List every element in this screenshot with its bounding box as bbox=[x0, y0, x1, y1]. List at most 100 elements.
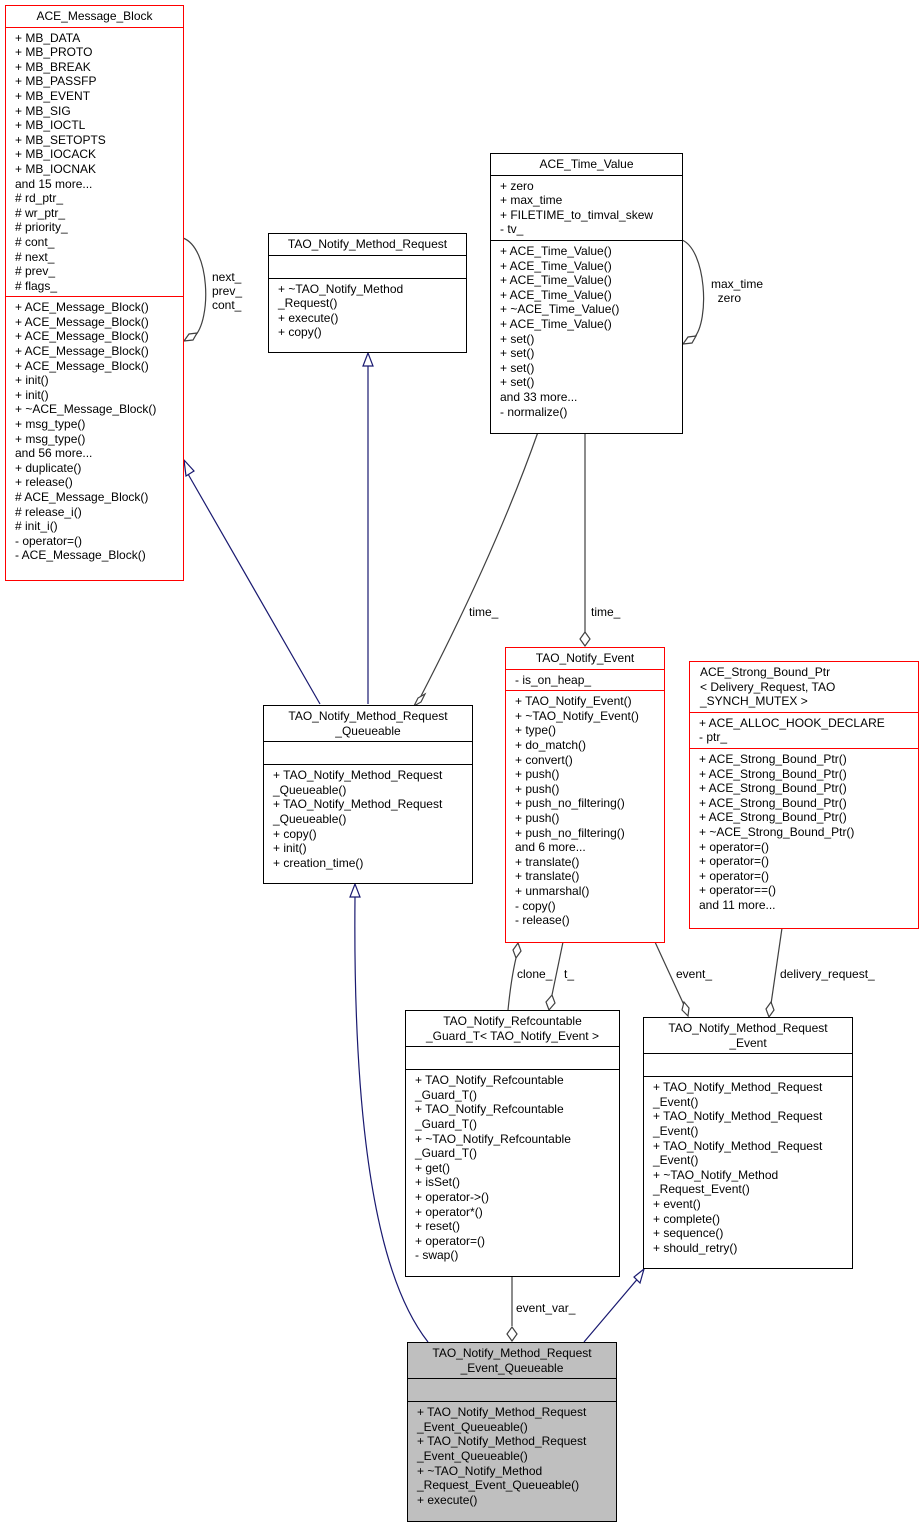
method-item: + ACE_Strong_Bound_Ptr() bbox=[699, 781, 847, 796]
method-item: + complete() bbox=[653, 1211, 721, 1226]
edge-label-clone: clone_ bbox=[517, 967, 553, 981]
method-item: + push() bbox=[515, 781, 560, 796]
method-item: + set() bbox=[500, 375, 535, 390]
method-item: + ~ACE_Message_Block() bbox=[15, 402, 157, 417]
class-ace-strong-bound-ptr[interactable]: ACE_Strong_Bound_Ptr < Delivery_Request,… bbox=[689, 661, 919, 929]
edge-label-event-var: event_var_ bbox=[516, 1301, 576, 1315]
edge-tv-self bbox=[681, 239, 705, 339]
method-item: + get() bbox=[415, 1160, 451, 1175]
attribute-item: + MB_SIG bbox=[15, 103, 71, 118]
method-item: + unmarshal() bbox=[515, 883, 590, 898]
diamond-event-var bbox=[506, 1325, 518, 1343]
method-item: + ~TAO_Notify_Event() bbox=[515, 708, 639, 723]
method-item: # release_i() bbox=[15, 504, 82, 519]
attribute-item: # next_ bbox=[15, 249, 55, 264]
method-item: + msg_type() bbox=[15, 417, 86, 432]
attribute-item: # priority_ bbox=[15, 220, 68, 235]
method-item: + ACE_Strong_Bound_Ptr() bbox=[699, 795, 847, 810]
method-item: + operator=() bbox=[699, 854, 770, 869]
method-item: + duplicate() bbox=[15, 460, 82, 475]
class-ace-message-block[interactable]: ACE_Message_Block + MB_DATA + MB_PROTO + MB… bbox=[5, 5, 184, 581]
method-item: + ACE_Time_Value() bbox=[500, 316, 612, 331]
class-tao-notify-method-request[interactable]: TAO_Notify_Method_Request + ~TAO_Notify_M… bbox=[268, 233, 467, 353]
diamond-t bbox=[545, 993, 556, 1012]
method-item: + do_match() bbox=[515, 737, 587, 752]
method-item: + ACE_Time_Value() bbox=[500, 258, 612, 273]
class-tao-notify-event[interactable]: TAO_Notify_Event - is_on_heap_ + TAO_Notif… bbox=[505, 647, 665, 943]
methods-section: + ~TAO_Notify_Method _Request() + execute… bbox=[269, 277, 466, 343]
method-item: + TAO_Notify_Refcountable _Guard_T() bbox=[415, 1102, 564, 1131]
attribute-item: and 15 more... bbox=[15, 176, 93, 191]
method-item: + operator=() bbox=[699, 839, 770, 854]
edge-label-mb-self: next_ prev_ cont_ bbox=[212, 270, 243, 312]
attribute-item: # rd_ptr_ bbox=[15, 191, 64, 206]
method-item: + event() bbox=[653, 1196, 701, 1211]
diamond-event bbox=[681, 1000, 690, 1018]
attribute-item: - ptr_ bbox=[699, 730, 728, 745]
method-item: + ACE_Strong_Bound_Ptr() bbox=[699, 751, 847, 766]
method-item: + reset() bbox=[415, 1219, 461, 1234]
class-tao-notify-method-request-event-queueable[interactable]: TAO_Notify_Method_Request _Event_Queueab… bbox=[407, 1342, 617, 1522]
method-item: + type() bbox=[515, 723, 557, 738]
method-item: - ACE_Message_Block() bbox=[15, 548, 146, 563]
attributes-section bbox=[269, 254, 466, 278]
method-item: + execute() bbox=[417, 1492, 478, 1507]
attribute-item: + MB_PROTO bbox=[15, 45, 93, 60]
class-name: TAO_Notify_Event bbox=[535, 651, 635, 665]
class-ace-time-value[interactable]: ACE_Time_Value + zero + max_time + FILETIME… bbox=[490, 153, 683, 434]
attributes-section: + ACE_ALLOC_HOOK_DECLARE - ptr_ bbox=[690, 711, 918, 748]
method-item: + ~TAO_Notify_Refcountable _Guard_T() bbox=[415, 1131, 571, 1161]
class-tao-notify-method-request-queueable[interactable]: TAO_Notify_Method_Request _Queueable + TA… bbox=[263, 705, 473, 884]
attribute-item: + MB_IOCTL bbox=[15, 118, 86, 133]
method-item: + translate() bbox=[515, 854, 580, 869]
diamond-clone bbox=[512, 941, 522, 960]
method-item: + ACE_Time_Value() bbox=[500, 243, 612, 258]
methods-section: + ACE_Message_Block() + ACE_Message_Block… bbox=[6, 296, 183, 566]
class-name: TAO_Notify_Method_Request _Queueable bbox=[288, 709, 448, 738]
inherit-arrowhead-method-request bbox=[362, 351, 374, 367]
class-name: TAO_Notify_Refcountable _Guard_T< TAO_No… bbox=[426, 1014, 599, 1043]
edge-t bbox=[551, 941, 564, 996]
method-item: + TAO_Notify_Refcountable _Guard_T() bbox=[415, 1073, 564, 1102]
method-item: + set() bbox=[500, 346, 535, 361]
attributes-section bbox=[406, 1046, 619, 1069]
class-tao-notify-method-request-event[interactable]: TAO_Notify_Method_Request _Event + TAO_No… bbox=[643, 1017, 853, 1269]
method-item: - release() bbox=[515, 913, 570, 928]
method-item: + init() bbox=[273, 841, 307, 856]
class-name: ACE_Time_Value bbox=[539, 157, 634, 171]
method-item: and 11 more... bbox=[699, 897, 776, 912]
attributes-section: + MB_DATA + MB_PROTO + MB_BREAK + MB_PASSFP… bbox=[6, 26, 183, 297]
class-tao-notify-refcountable-guard-t[interactable]: TAO_Notify_Refcountable _Guard_T< TAO_No… bbox=[405, 1010, 620, 1277]
method-item: + translate() bbox=[515, 869, 580, 884]
method-item: + ACE_Message_Block() bbox=[15, 358, 149, 373]
methods-section: + TAO_Notify_Method_Request _Event_Queue… bbox=[408, 1401, 616, 1510]
attributes-section bbox=[264, 741, 472, 764]
method-item: + convert() bbox=[515, 752, 573, 767]
method-item: + creation_time() bbox=[273, 855, 364, 870]
diamond-time-event bbox=[579, 630, 591, 648]
class-name: ACE_Strong_Bound_Ptr < Delivery_Request,… bbox=[700, 665, 836, 709]
method-item: + operator=() bbox=[699, 868, 770, 883]
method-item: # ACE_Message_Block() bbox=[15, 490, 149, 504]
method-item: + ACE_Message_Block() bbox=[15, 344, 149, 359]
method-item: - operator=() bbox=[15, 533, 83, 548]
attribute-item: + MB_IOCACK bbox=[15, 147, 97, 162]
method-item: + release() bbox=[15, 475, 73, 490]
attribute-item: + zero bbox=[500, 178, 534, 193]
method-item: + ACE_Message_Block() bbox=[15, 300, 149, 315]
inherit-arrowhead-message-block bbox=[183, 458, 195, 478]
attributes-section: - is_on_heap_ bbox=[506, 668, 664, 691]
method-item: + operator=() bbox=[415, 1233, 486, 1248]
attribute-item: + MB_DATA bbox=[15, 30, 81, 45]
method-item: # init_i() bbox=[15, 519, 58, 534]
method-item: + TAO_Notify_Method_Request _Event_Queue… bbox=[417, 1434, 587, 1463]
attribute-item: # cont_ bbox=[15, 234, 55, 249]
attribute-item: + MB_IOCNAK bbox=[15, 161, 97, 176]
method-item: + TAO_Notify_Method_Request _Event_Queue… bbox=[417, 1405, 587, 1434]
edge-label-event: event_ bbox=[676, 967, 713, 981]
method-item: + init() bbox=[15, 387, 49, 402]
attributes-section bbox=[644, 1053, 852, 1076]
edge-label-time-queueable: time_ bbox=[469, 605, 499, 619]
edge-inherit-event-queueable-to-method-request-event bbox=[583, 1275, 641, 1343]
attribute-item: # wr_ptr_ bbox=[15, 205, 66, 220]
